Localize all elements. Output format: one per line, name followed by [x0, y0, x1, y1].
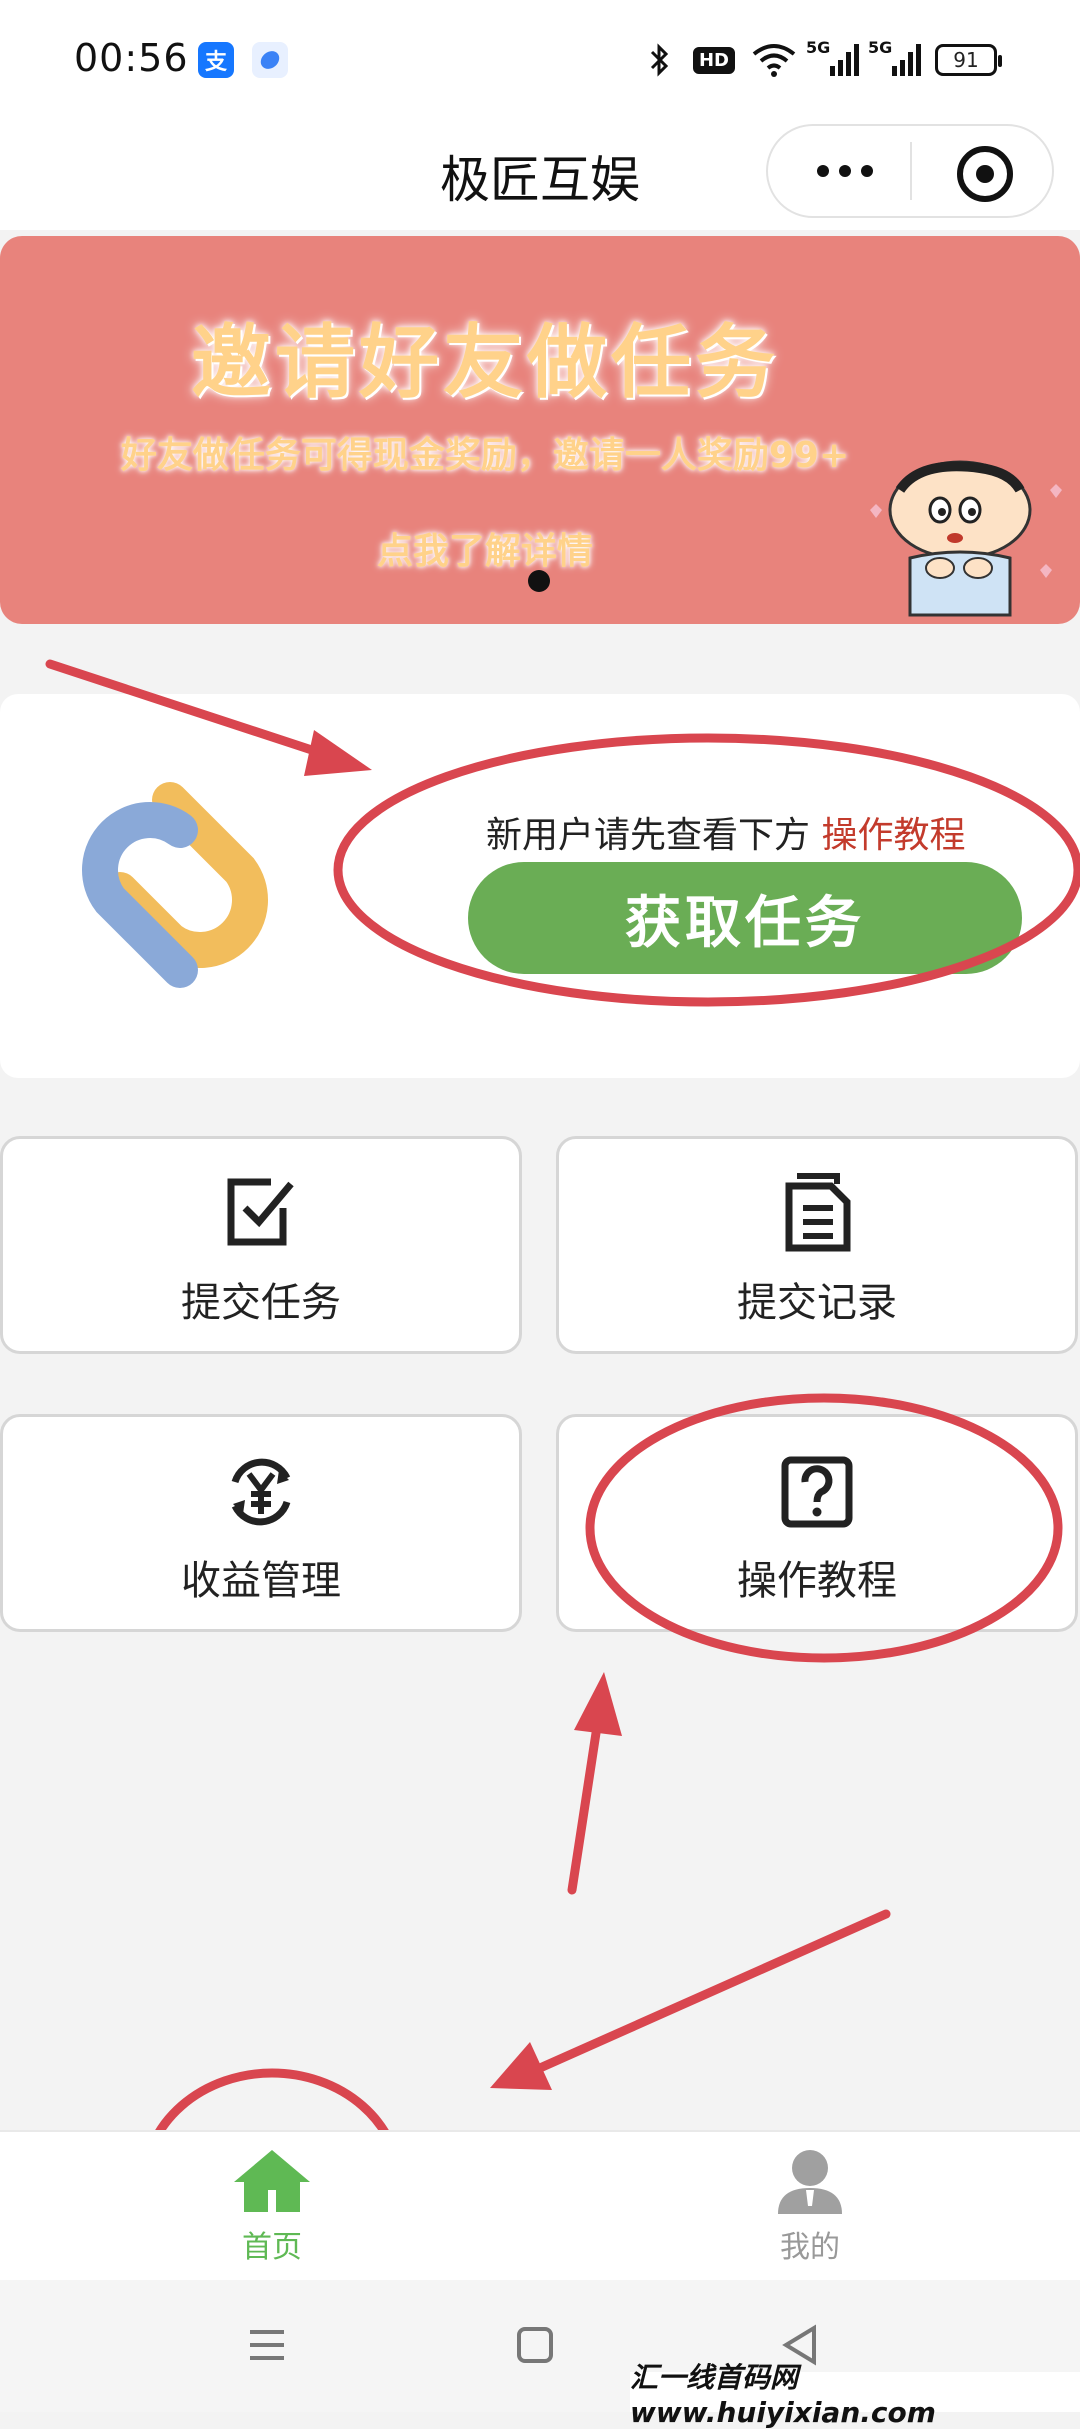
annotation-arrow-2-line — [567, 1715, 603, 1895]
app-notification-icon — [252, 42, 288, 78]
app-logo — [82, 782, 268, 988]
signal-5g-icon-1: 5G — [806, 38, 860, 82]
get-task-button[interactable]: 获取任务 — [468, 862, 1022, 974]
hd-icon: HD — [692, 38, 736, 82]
banner-title: 邀请好友做任务 — [191, 316, 779, 409]
annotation-arrow-2-head — [574, 1672, 622, 1736]
tab-home-label[interactable]: 首页 — [172, 2222, 372, 2266]
tutorial-label: 操作教程 — [737, 1558, 897, 1604]
checkbox-icon — [227, 1178, 294, 1246]
hint-text: 新用户请先查看下方 — [486, 815, 811, 856]
submit-task-label: 提交任务 — [181, 1280, 341, 1326]
watermark-text: 汇一线首码网 www.huiyixian.com — [630, 2361, 1080, 2429]
question-box-icon — [781, 1456, 853, 1528]
close-mini-program-button[interactable] — [957, 146, 1013, 202]
tab-mine[interactable] — [770, 2146, 850, 2216]
tab-home[interactable] — [230, 2146, 314, 2216]
alipay-icon: 支 — [198, 42, 234, 78]
menu-icon[interactable] — [246, 2324, 288, 2366]
carousel-indicator — [528, 570, 550, 592]
cartoon-mascot-image — [870, 460, 1062, 617]
banner-subtitle: 好友做任务可得现金奖励，邀请一人奖励99+ — [120, 435, 850, 476]
tab-bar — [0, 2130, 1080, 2282]
signal-5g-icon-2: 5G — [868, 38, 922, 82]
capsule-divider — [910, 142, 912, 200]
user-icon — [778, 2150, 842, 2214]
wifi-icon — [748, 38, 800, 82]
bluetooth-icon — [640, 38, 680, 82]
tutorial-link[interactable]: 操作教程 — [821, 815, 965, 856]
home-square-icon[interactable] — [516, 2326, 554, 2364]
new-user-hint: 新用户请先查看下方 操作教程 — [486, 806, 965, 858]
tab-mine-label[interactable]: 我的 — [710, 2222, 910, 2266]
yuan-refresh-icon — [231, 1458, 291, 1526]
document-list-icon — [785, 1173, 851, 1252]
submit-record-label: 提交记录 — [737, 1280, 897, 1326]
annotation-arrow-3-line — [535, 1909, 891, 2073]
battery-indicator: 91 — [935, 44, 1002, 76]
earnings-management-label: 收益管理 — [181, 1558, 341, 1604]
banner-details-link[interactable]: 点我了解详情 — [0, 522, 970, 574]
home-icon — [234, 2150, 310, 2212]
annotation-arrow-3-head — [490, 2042, 552, 2090]
more-menu-button[interactable] — [800, 146, 890, 196]
status-time: 00:56 — [74, 36, 189, 80]
